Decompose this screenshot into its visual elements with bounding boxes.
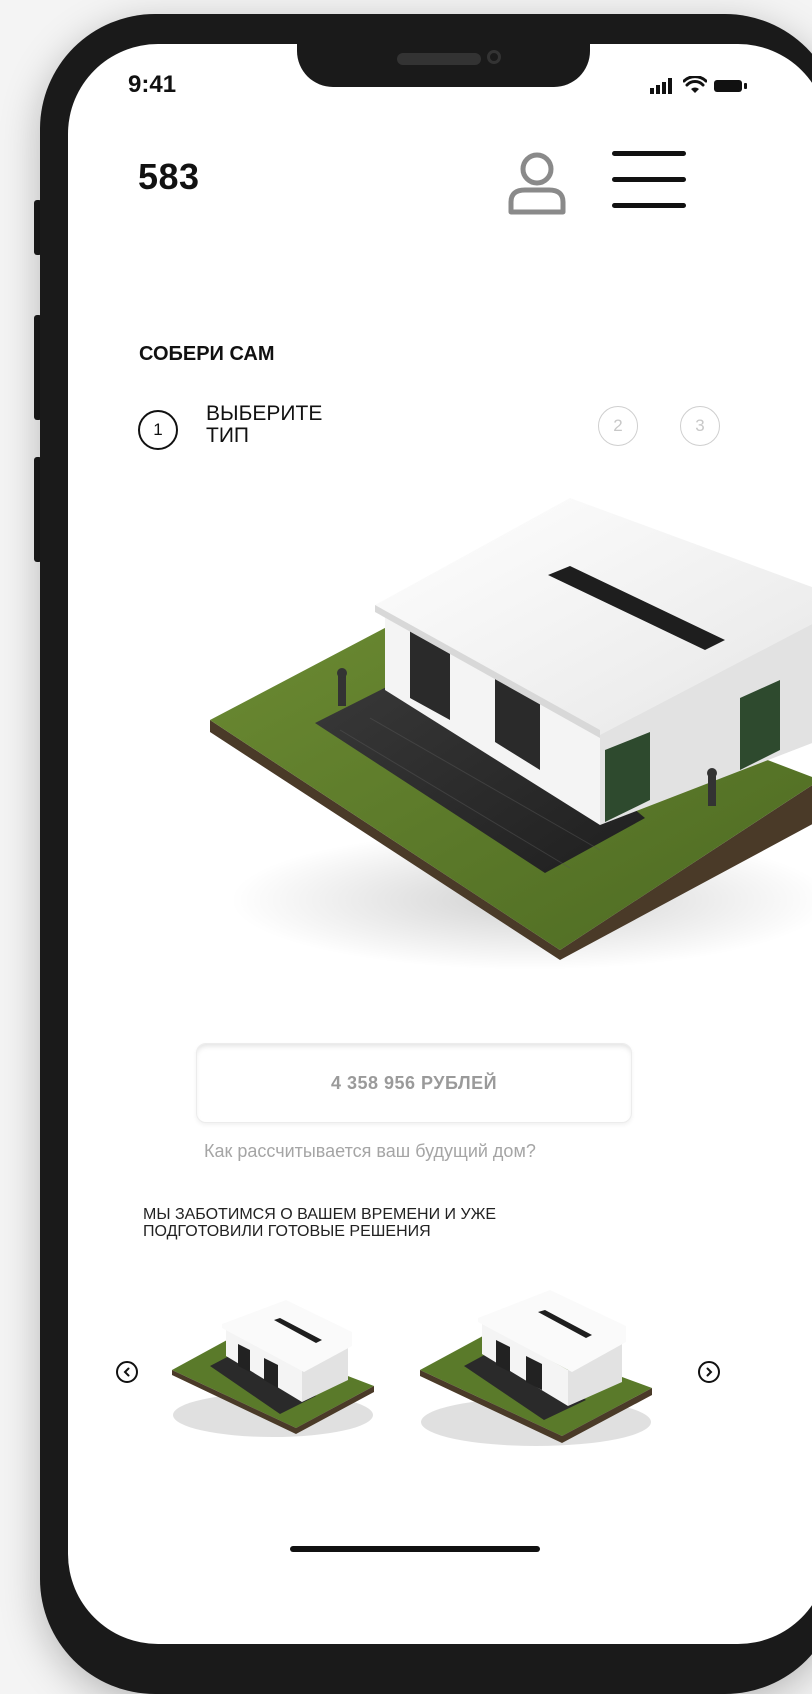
price-calculation-link[interactable]: Как рассчитывается ваш будущий дом?: [204, 1141, 536, 1162]
price-display: 4 358 956 РУБЛЕЙ: [196, 1043, 632, 1123]
chevron-left-icon[interactable]: [116, 1361, 138, 1383]
hamburger-menu-icon[interactable]: [612, 151, 686, 211]
step-3-indicator[interactable]: 3: [680, 406, 720, 446]
notch: [297, 44, 590, 87]
speaker-grille: [397, 53, 481, 65]
ready-solutions-text: МЫ ЗАБОТИМСЯ О ВАШЕМ ВРЕМЕНИ И УЖЕ ПОДГО…: [143, 1206, 497, 1240]
step-1-label: ВЫБЕРИТЕ ТИП: [206, 402, 323, 447]
house-model-image: [210, 498, 812, 970]
chevron-right-icon[interactable]: [698, 1361, 720, 1383]
ready-solution-card[interactable]: [416, 1290, 656, 1450]
home-indicator[interactable]: [290, 1546, 540, 1552]
ready-solution-card[interactable]: [168, 1300, 378, 1440]
battery-icon: [714, 80, 747, 92]
front-camera: [487, 50, 501, 64]
status-icons: [650, 76, 748, 94]
signal-icon: [650, 78, 672, 94]
brand-logo[interactable]: 583: [138, 156, 200, 198]
wifi-icon: [683, 76, 707, 93]
step-2-indicator[interactable]: 2: [598, 406, 638, 446]
step-1-indicator[interactable]: 1: [138, 410, 178, 450]
user-icon[interactable]: [505, 150, 569, 216]
status-time: 9:41: [128, 71, 177, 98]
section-title: СОБЕРИ САМ: [139, 343, 275, 365]
